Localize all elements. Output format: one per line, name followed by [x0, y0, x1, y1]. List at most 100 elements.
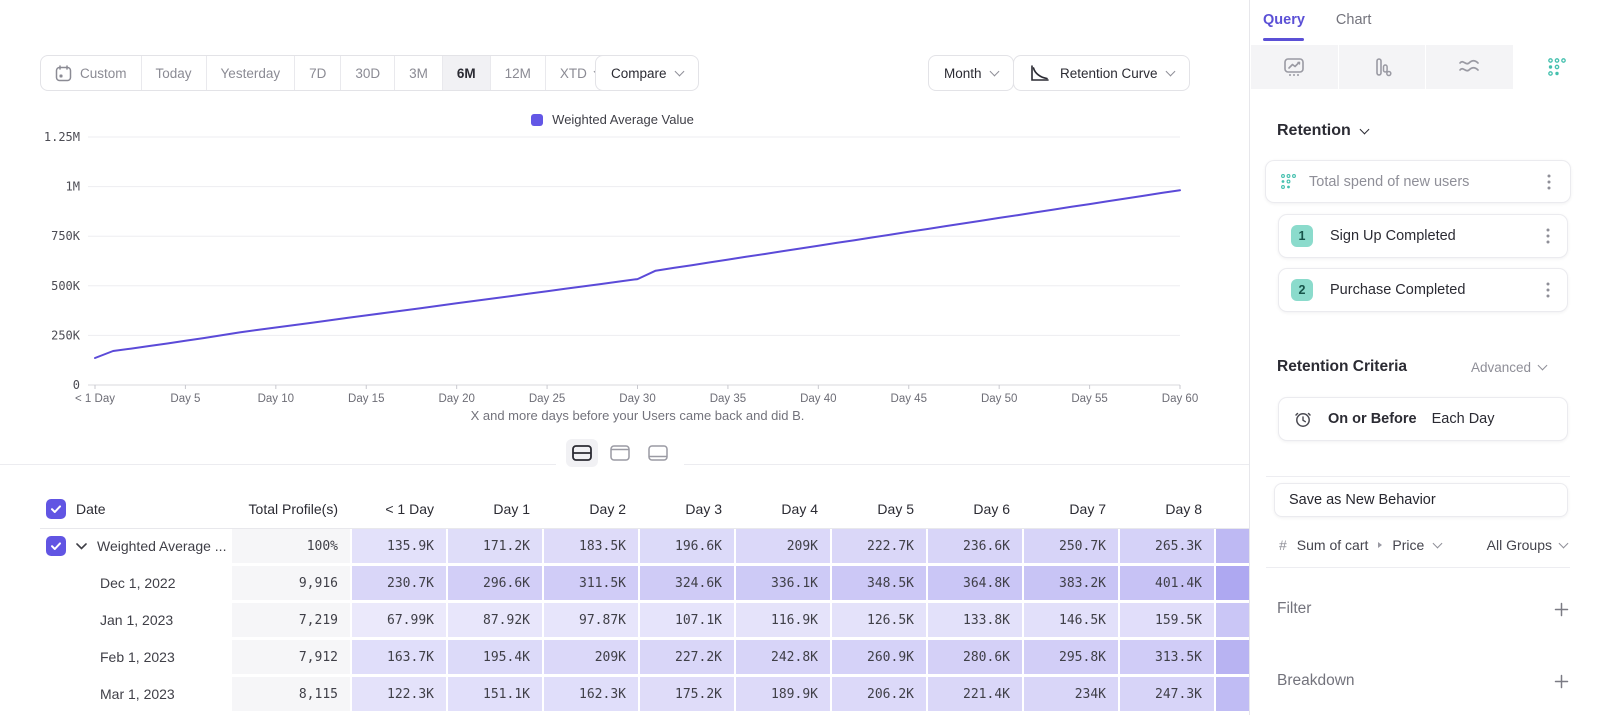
- caret-right-icon: [1378, 542, 1382, 548]
- svg-text:Day 30: Day 30: [619, 393, 655, 405]
- retention-cell[interactable]: 324.6K: [640, 566, 734, 600]
- svg-text:Day 25: Day 25: [529, 393, 565, 405]
- behavior-dots-icon: [1280, 173, 1297, 190]
- retention-cell[interactable]: 230.7K: [352, 566, 446, 600]
- retention-cell[interactable]: 383.2K: [1024, 566, 1118, 600]
- active-tab-underline: [1263, 38, 1304, 41]
- retention-cell[interactable]: 162.3K: [544, 677, 638, 711]
- svg-text:1.25M: 1.25M: [44, 130, 80, 144]
- retention-cell[interactable]: 348.5K: [832, 566, 926, 600]
- step-1-card[interactable]: 1 Sign Up Completed: [1278, 214, 1568, 258]
- table-row-label: Jan 1, 2023: [40, 603, 230, 637]
- step-1-badge: 1: [1291, 225, 1313, 247]
- svg-text:500K: 500K: [51, 279, 81, 293]
- report-flows-button[interactable]: [1426, 45, 1514, 89]
- retention-cell[interactable]: 163.7K: [352, 640, 446, 674]
- retention-cell[interactable]: 183.5K: [544, 529, 638, 563]
- retention-cell-clipped[interactable]: [1216, 566, 1249, 600]
- retention-cell[interactable]: 67.99K: [352, 603, 446, 637]
- save-as-new-behavior-button[interactable]: Save as New Behavior: [1274, 483, 1568, 517]
- retention-cell[interactable]: 175.2K: [640, 677, 734, 711]
- retention-cell[interactable]: 311.5K: [544, 566, 638, 600]
- retention-cell[interactable]: 195.4K: [448, 640, 542, 674]
- retention-cell[interactable]: 159.5K: [1120, 603, 1214, 637]
- step-2-badge: 2: [1291, 279, 1313, 301]
- retention-cell-clipped[interactable]: [1216, 603, 1249, 637]
- col-header--1-day: < 1 Day: [352, 492, 446, 525]
- flows-icon: [1457, 57, 1481, 77]
- retention-cell[interactable]: 260.9K: [832, 640, 926, 674]
- retention-cell[interactable]: 221.4K: [928, 677, 1022, 711]
- add-breakdown-button[interactable]: [1554, 674, 1569, 689]
- view-toggle-split-rows[interactable]: [566, 439, 598, 467]
- col-header-day-1: Day 1: [448, 492, 542, 525]
- retention-cell[interactable]: 196.6K: [640, 529, 734, 563]
- retention-cell[interactable]: 171.2K: [448, 529, 542, 563]
- retention-cell[interactable]: 336.1K: [736, 566, 830, 600]
- report-retention-button[interactable]: [1514, 45, 1600, 89]
- retention-curve-chart: 1.25M1M750K500K250K0< 1 DayDay 5Day 10Da…: [0, 0, 1249, 432]
- retention-cell[interactable]: 296.6K: [448, 566, 542, 600]
- retention-cell[interactable]: 116.9K: [736, 603, 830, 637]
- retention-cell[interactable]: 227.2K: [640, 640, 734, 674]
- retention-cell[interactable]: 209K: [736, 529, 830, 563]
- tab-chart[interactable]: Chart: [1336, 12, 1371, 28]
- retention-cell[interactable]: 126.5K: [832, 603, 926, 637]
- kebab-menu-icon[interactable]: [1540, 174, 1558, 190]
- retention-section-heading[interactable]: Retention: [1277, 122, 1368, 140]
- retention-cell[interactable]: 265.3K: [1120, 529, 1214, 563]
- view-toggle-header-top[interactable]: [604, 439, 636, 467]
- criteria-mode-dropdown[interactable]: Advanced: [1471, 360, 1546, 375]
- retention-cell[interactable]: 236.6K: [928, 529, 1022, 563]
- report-funnels-button[interactable]: [1339, 45, 1427, 89]
- retention-cell[interactable]: 146.5K: [1024, 603, 1118, 637]
- retention-dots-icon: [1547, 57, 1567, 77]
- kebab-menu-icon[interactable]: [1539, 228, 1557, 244]
- retention-cell[interactable]: 280.6K: [928, 640, 1022, 674]
- retention-cell[interactable]: 313.5K: [1120, 640, 1214, 674]
- report-insights-button[interactable]: [1251, 45, 1339, 89]
- step-1-event: Sign Up Completed: [1330, 228, 1539, 244]
- retention-cell[interactable]: 97.87K: [544, 603, 638, 637]
- retention-cell[interactable]: 151.1K: [448, 677, 542, 711]
- groups-label: All Groups: [1487, 537, 1552, 553]
- col-header-total-profile-s-: Total Profile(s): [232, 492, 350, 525]
- breakdown-label: Breakdown: [1277, 672, 1355, 690]
- chevron-down-icon: [1359, 124, 1369, 134]
- add-filter-button[interactable]: [1554, 602, 1569, 617]
- retention-cell[interactable]: 242.8K: [736, 640, 830, 674]
- retention-cell[interactable]: 206.2K: [832, 677, 926, 711]
- retention-cell-clipped[interactable]: [1216, 529, 1249, 563]
- retention-cell[interactable]: 364.8K: [928, 566, 1022, 600]
- retention-cell-clipped[interactable]: [1216, 677, 1249, 711]
- select-all-checkbox[interactable]: [46, 499, 66, 519]
- retention-cell-clipped[interactable]: [1216, 640, 1249, 674]
- retention-cell[interactable]: 250.7K: [1024, 529, 1118, 563]
- tab-query[interactable]: Query: [1263, 12, 1305, 28]
- row-expand-chevron-icon[interactable]: [76, 543, 87, 550]
- svg-text:0: 0: [73, 378, 80, 392]
- measure-row[interactable]: # Sum of cart Price All Groups: [1279, 527, 1567, 563]
- behavior-card[interactable]: Total spend of new users: [1265, 160, 1571, 203]
- retention-cell[interactable]: 401.4K: [1120, 566, 1214, 600]
- retention-cell[interactable]: 87.92K: [448, 603, 542, 637]
- retention-cell[interactable]: 107.1K: [640, 603, 734, 637]
- row-checkbox[interactable]: [46, 536, 66, 556]
- view-toggle-header-bottom[interactable]: [642, 439, 674, 467]
- kebab-menu-icon[interactable]: [1539, 282, 1557, 298]
- criteria-condition-card[interactable]: On or Before Each Day: [1278, 397, 1568, 441]
- retention-report-app: CustomTodayYesterday7D30D3M6M12MXTD Comp…: [0, 0, 1600, 715]
- retention-cell[interactable]: 189.9K: [736, 677, 830, 711]
- step-2-card[interactable]: 2 Purchase Completed: [1278, 268, 1568, 312]
- cell-total-profiles: 7,912: [232, 640, 350, 674]
- retention-cell[interactable]: 135.9K: [352, 529, 446, 563]
- retention-cell[interactable]: 209K: [544, 640, 638, 674]
- groups-dropdown[interactable]: All Groups: [1487, 537, 1567, 553]
- retention-cell[interactable]: 295.8K: [1024, 640, 1118, 674]
- retention-cell[interactable]: 234K: [1024, 677, 1118, 711]
- retention-cell[interactable]: 247.3K: [1120, 677, 1214, 711]
- retention-cell[interactable]: 222.7K: [832, 529, 926, 563]
- retention-cell[interactable]: 133.8K: [928, 603, 1022, 637]
- svg-text:1M: 1M: [66, 180, 80, 194]
- retention-cell[interactable]: 122.3K: [352, 677, 446, 711]
